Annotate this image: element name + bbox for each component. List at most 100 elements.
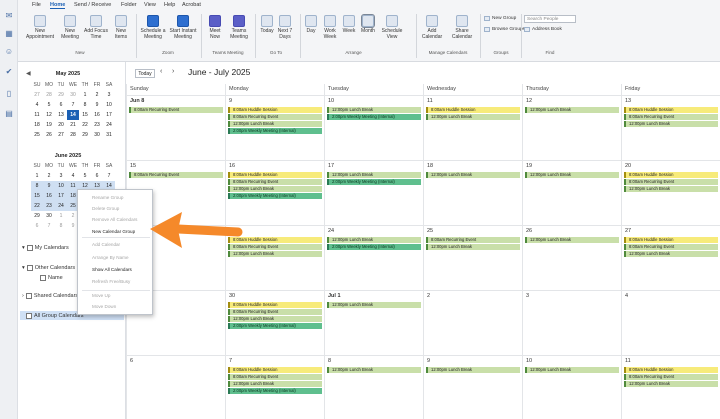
calendar-event[interactable]: 2:00pm Weekly Meeting (Internal): [327, 179, 421, 185]
calendar-event[interactable]: 12:00pm Lunch Break: [624, 121, 718, 127]
my-calendars-group[interactable]: ▾ My Calendars: [22, 245, 69, 251]
calendar-day-cell[interactable]: 9 12:00pm Lunch Break: [423, 355, 522, 419]
mini-calendar-day[interactable]: 6: [91, 171, 103, 181]
tab-acrobat[interactable]: Acrobat: [182, 2, 201, 8]
calendar-event[interactable]: 2:00pm Weekly Meeting (Internal): [228, 388, 322, 394]
calendar-event[interactable]: 12:00pm Lunch Break: [228, 186, 322, 192]
other-calendars-group[interactable]: ▾ Other Calendars: [22, 265, 75, 271]
mini-calendar-day[interactable]: 15: [31, 191, 43, 201]
mini-calendar-day[interactable]: 13: [55, 110, 67, 120]
mini-calendar-day[interactable]: 30: [67, 90, 79, 100]
mini-calendar-day[interactable]: 21: [67, 120, 79, 130]
context-menu-item[interactable]: Remove All Calendars: [92, 217, 137, 222]
mini-calendar-day[interactable]: 25: [31, 130, 43, 140]
calendar-event[interactable]: 12:00pm Lunch Break: [525, 237, 619, 243]
share-calendar-button[interactable]: Share Calendar: [448, 15, 476, 40]
calendar-event[interactable]: 8:00am Recurring Event: [624, 244, 718, 250]
calendar-event[interactable]: 8:00am Huddle Session: [624, 367, 718, 373]
mini-calendar-day[interactable]: 5: [79, 171, 91, 181]
tab-folder[interactable]: Folder: [121, 2, 137, 8]
calendar-day-cell[interactable]: Jun 8 8:00am Recurring Event: [126, 95, 225, 160]
calendar-icon[interactable]: ▦: [4, 28, 14, 38]
mini-calendar-day[interactable]: 1: [55, 211, 67, 221]
next-arrow-icon[interactable]: ›: [172, 68, 174, 75]
mini-calendar-day[interactable]: 12: [43, 110, 55, 120]
checkbox-icon[interactable]: [26, 312, 32, 319]
context-menu-item[interactable]: Delete Group: [92, 206, 119, 211]
calendar-event[interactable]: 12:00pm Lunch Break: [624, 186, 718, 192]
calendar-day-cell[interactable]: 10 12:00pm Lunch Break 2:00pm Weekly Meeti…: [324, 95, 423, 160]
mini-calendar-day[interactable]: 22: [79, 120, 91, 130]
search-people-input[interactable]: Search People: [524, 15, 576, 23]
calendar-event[interactable]: 12:00pm Lunch Break: [228, 381, 322, 387]
calendar-event[interactable]: 8:00am Recurring Event: [624, 179, 718, 185]
calendar-day-cell[interactable]: 6: [126, 355, 225, 419]
calendar-day-cell[interactable]: 12 12:00pm Lunch Break: [522, 95, 621, 160]
mini-calendar-day[interactable]: 22: [31, 201, 43, 211]
calendar-event[interactable]: 8:00am Recurring Event: [228, 309, 322, 315]
calendar-event[interactable]: 12:00pm Lunch Break: [327, 107, 421, 113]
calendar-day-cell[interactable]: 10 12:00pm Lunch Break: [522, 355, 621, 419]
next-7-days-button[interactable]: Next 7 Days: [276, 15, 294, 40]
calendar-day-cell[interactable]: 26 12:00pm Lunch Break: [522, 225, 621, 290]
context-menu-item[interactable]: Show All Calendars: [92, 267, 132, 272]
calendar-event[interactable]: 8:00am Recurring Event: [228, 179, 322, 185]
calendar-event[interactable]: 8:00am Huddle Session: [624, 237, 718, 243]
calendar-day-cell[interactable]: 25 8:00am Recurring Event 12:00pm Lunch Br…: [423, 225, 522, 290]
calendar-day-cell[interactable]: 11 8:00am Huddle Session 12:00pm Lunch Bre…: [423, 95, 522, 160]
calendar-event[interactable]: 12:00pm Lunch Break: [228, 316, 322, 322]
context-menu-item[interactable]: Move Up: [92, 293, 110, 298]
calendar-event[interactable]: 12:00pm Lunch Break: [624, 381, 718, 387]
calendar-event[interactable]: 8:00am Huddle Session: [426, 107, 520, 113]
mini-calendar-day[interactable]: 24: [103, 120, 115, 130]
mini-calendar-day[interactable]: 30: [91, 130, 103, 140]
calendar-day-cell[interactable]: 11 8:00am Huddle Session 8:00am Recurring …: [621, 355, 720, 419]
calendar-event[interactable]: 2:00pm Weekly Meeting (Internal): [228, 323, 322, 329]
mini-calendar-day[interactable]: 16: [91, 110, 103, 120]
mini-calendar-day[interactable]: 27: [55, 130, 67, 140]
calendar-event[interactable]: 8:00am Huddle Session: [624, 172, 718, 178]
mini-calendar-day[interactable]: 1: [79, 90, 91, 100]
mini-calendar-day[interactable]: 29: [55, 90, 67, 100]
calendar-day-cell[interactable]: 2: [423, 290, 522, 355]
new-group-button[interactable]: New Group: [484, 16, 516, 21]
mini-calendar-day[interactable]: 7: [67, 100, 79, 110]
tab-file[interactable]: File: [32, 2, 41, 8]
mini-calendar-day[interactable]: 5: [43, 100, 55, 110]
mini-calendar-day[interactable]: 10: [103, 100, 115, 110]
mini-calendar-day[interactable]: 29: [79, 130, 91, 140]
mini-calendar-day[interactable]: 7: [103, 171, 115, 181]
add-focus-time-button[interactable]: Add Focus Time: [84, 15, 108, 40]
calendar-day-cell[interactable]: 24 12:00pm Lunch Break 2:00pm Weekly Meeti…: [324, 225, 423, 290]
mini-calendar-day[interactable]: 14: [67, 110, 79, 120]
calendar-event[interactable]: 12:00pm Lunch Break: [327, 172, 421, 178]
calendar-event[interactable]: 12:00pm Lunch Break: [624, 251, 718, 257]
context-menu-item[interactable]: New Calendar Group: [92, 229, 135, 234]
calendar-day-cell[interactable]: 23 8:00am Huddle Session 8:00am Recurring …: [225, 225, 324, 290]
calendar-day-cell[interactable]: 20 8:00am Huddle Session 8:00am Recurring …: [621, 160, 720, 225]
previous-arrow-icon[interactable]: ‹: [160, 68, 162, 75]
schedule-view-button[interactable]: Schedule View: [380, 15, 404, 40]
context-menu-item[interactable]: Rename Group: [92, 195, 123, 200]
mini-calendar-day[interactable]: 10: [55, 181, 67, 191]
calendar-day-cell[interactable]: 27 8:00am Huddle Session 8:00am Recurring …: [621, 225, 720, 290]
mini-calendar-day[interactable]: 28: [67, 130, 79, 140]
mini-calendar-day[interactable]: 1: [31, 171, 43, 181]
calendar-event[interactable]: 12:00pm Lunch Break: [426, 367, 520, 373]
mini-calendar-day[interactable]: 17: [103, 110, 115, 120]
calendar-day-cell[interactable]: 4: [621, 290, 720, 355]
mini-calendar-day[interactable]: 2: [43, 171, 55, 181]
calendar-item-name[interactable]: Name: [40, 275, 63, 281]
mini-calendar-day[interactable]: 4: [31, 100, 43, 110]
new-appointment-button[interactable]: New Appointment: [26, 15, 54, 40]
calendar-event[interactable]: 8:00am Huddle Session: [228, 367, 322, 373]
calendar-event[interactable]: 8:00am Huddle Session: [228, 172, 322, 178]
checkbox-icon[interactable]: [26, 265, 33, 271]
calendar-day-cell[interactable]: 7 8:00am Huddle Session 8:00am Recurring E…: [225, 355, 324, 419]
context-menu-item[interactable]: Arrange By Name: [92, 255, 129, 260]
work-week-view-button[interactable]: Work Week: [320, 15, 340, 40]
mini-calendar-day[interactable]: 8: [31, 181, 43, 191]
mini-calendar-day[interactable]: 3: [55, 171, 67, 181]
calendar-event[interactable]: 12:00pm Lunch Break: [426, 172, 520, 178]
tab-help[interactable]: Help: [164, 2, 175, 8]
